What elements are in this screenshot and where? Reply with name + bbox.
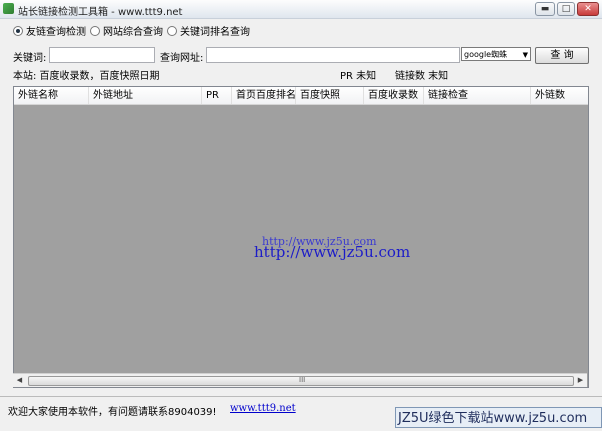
chevron-down-icon: ▼ [522,51,528,59]
query-button[interactable]: 查 询 [535,47,589,64]
results-table[interactable]: 外链名称 外链地址 PR 首页百度排名 百度快照 百度收录数 链接检查 外链数 … [13,86,589,388]
link-count-status: 链接数 末知 [395,71,449,82]
status-link[interactable]: www.ttt9.net [230,403,296,414]
brand-watermark: JZ5U绿色下载站www.jz5u.com [395,407,602,428]
column-header-link-check[interactable]: 链接检查 [424,87,531,104]
site-info-text: 本站: 百度收录数，百度快照日期 [13,71,160,82]
radio-dot-icon [167,26,177,36]
column-header-link-url[interactable]: 外链地址 [89,87,202,104]
keyword-label: 关键词: [13,53,47,64]
scroll-left-icon[interactable]: ◀ [13,374,26,387]
horizontal-scrollbar[interactable]: ◀ III ▶ [13,373,587,387]
title-bar: 站长链接检测工具箱 - www.ttt9.net ▬ □ ✕ [0,0,602,19]
column-header-baidu-rank[interactable]: 首页百度排名 [232,87,296,104]
column-header-link-name[interactable]: 外链名称 [14,87,89,104]
radio-label: 网站综合查询 [103,27,163,38]
keyword-input[interactable] [49,47,155,63]
radio-dot-icon [13,26,23,36]
status-message: 欢迎大家使用本软件，有问题请联系8904039! [8,407,217,418]
radio-label: 友链查询检测 [26,27,86,38]
url-label: 查询网址: [160,53,204,64]
radio-label: 关键词排名查询 [180,27,250,38]
radio-keyword-rank[interactable]: 关键词排名查询 [167,26,250,40]
table-header: 外链名称 外链地址 PR 首页百度排名 百度快照 百度收录数 链接检查 外链数 [14,87,588,105]
pr-status: PR 未知 [340,71,377,82]
column-header-baidu-index[interactable]: 百度收录数 [364,87,424,104]
window-title: 站长链接检测工具箱 - www.ttt9.net [18,7,183,18]
radio-dot-icon [90,26,100,36]
radio-site-query[interactable]: 网站综合查询 [90,26,163,40]
column-header-baidu-snapshot[interactable]: 百度快照 [296,87,364,104]
column-header-pr[interactable]: PR [202,87,232,104]
app-icon [3,3,14,14]
close-button[interactable]: ✕ [577,2,599,16]
column-header-outlink-count[interactable]: 外链数 [531,87,588,104]
url-input[interactable] [206,47,460,63]
scroll-grip-icon: III [299,376,306,384]
minimize-button[interactable]: ▬ [535,2,555,16]
maximize-button[interactable]: □ [557,2,575,16]
engine-select[interactable]: google蜘蛛 ▼ [461,47,531,61]
radio-friend-link-check[interactable]: 友链查询检测 [13,26,86,40]
scroll-right-icon[interactable]: ▶ [574,374,587,387]
watermark-url-large: http://www.jz5u.com [254,243,411,261]
engine-selected: google蜘蛛 [464,50,508,59]
scroll-thumb[interactable]: III [28,376,574,386]
